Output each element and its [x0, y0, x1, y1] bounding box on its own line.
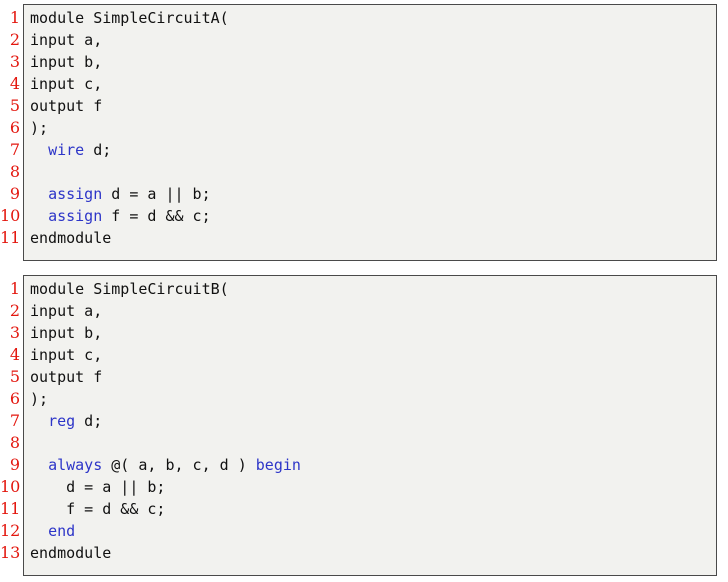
code-text: assign f = d && c; — [30, 205, 211, 227]
code-token: input c, — [30, 75, 103, 93]
line-number: 3 — [9, 323, 20, 342]
code-text: assign d = a || b; — [30, 183, 211, 205]
code-token: input b, — [30, 53, 103, 71]
line-number: 5 — [9, 367, 20, 386]
code-token: ); — [30, 119, 49, 137]
code-text: input a, — [30, 300, 102, 322]
code-text: input b, — [30, 322, 102, 344]
line-number: 6 — [9, 118, 20, 137]
code-token: d; — [75, 412, 103, 430]
line-number: 12 — [0, 521, 21, 540]
line-number: 1 — [9, 8, 20, 27]
code-token: f = d && c; — [30, 500, 166, 518]
code-token: input b, — [30, 324, 103, 342]
line-number: 4 — [9, 345, 20, 364]
code-text: wire d; — [30, 139, 111, 161]
code-text: module SimpleCircuitA( — [30, 7, 229, 29]
code-text: end — [30, 520, 75, 542]
line-number: 2 — [9, 301, 20, 320]
line-number: 9 — [9, 184, 20, 203]
code-text: input c, — [30, 73, 102, 95]
code-text: reg d; — [30, 410, 102, 432]
code-text: d = a || b; — [30, 476, 165, 498]
line-number: 8 — [9, 162, 20, 181]
line-number: 11 — [0, 228, 21, 247]
line-number: 8 — [9, 433, 20, 452]
code-token: module SimpleCircuitA( — [30, 9, 229, 27]
line-number: 7 — [9, 140, 20, 159]
line-number: 7 — [9, 411, 20, 430]
code-token: output f — [30, 368, 103, 386]
code-keyword: assign — [48, 185, 103, 203]
code-text: always @( a, b, c, d ) begin — [30, 454, 301, 476]
code-token: input a, — [30, 31, 103, 49]
code-text: output f — [30, 366, 102, 388]
line-number: 1 — [9, 279, 20, 298]
code-text: output f — [30, 95, 102, 117]
code-keyword: reg — [48, 412, 76, 430]
code-token: input a, — [30, 302, 103, 320]
code-text: input b, — [30, 51, 102, 73]
line-number: 3 — [9, 52, 20, 71]
code-token: endmodule — [30, 544, 112, 562]
code-text: input c, — [30, 344, 102, 366]
line-number: 4 — [9, 74, 20, 93]
code-token: input c, — [30, 346, 103, 364]
line-number: 13 — [0, 543, 21, 562]
code-keyword: always — [48, 456, 103, 474]
line-number: 2 — [9, 30, 20, 49]
line-number: 10 — [0, 477, 21, 496]
code-text: input a, — [30, 29, 102, 51]
line-number: 5 — [9, 96, 20, 115]
code-keyword: begin — [255, 456, 301, 474]
code-box — [23, 275, 717, 576]
code-token: d = a || b; — [102, 185, 211, 203]
code-token: module SimpleCircuitB( — [30, 280, 229, 298]
code-keyword: assign — [48, 207, 103, 225]
code-token: d; — [84, 141, 112, 159]
line-number: 9 — [9, 455, 20, 474]
code-token: @( a, b, c, d ) — [102, 456, 256, 474]
line-number: 6 — [9, 389, 20, 408]
code-keyword: end — [48, 522, 76, 540]
code-text: module SimpleCircuitB( — [30, 278, 229, 300]
code-text: ); — [30, 117, 48, 139]
code-token: endmodule — [30, 229, 112, 247]
code-token: output f — [30, 97, 103, 115]
code-token: ); — [30, 390, 49, 408]
code-token: d = a || b; — [30, 478, 166, 496]
line-number: 11 — [0, 499, 21, 518]
code-text: f = d && c; — [30, 498, 165, 520]
code-text: endmodule — [30, 542, 111, 564]
code-text: endmodule — [30, 227, 111, 249]
line-number: 10 — [0, 206, 21, 225]
code-keyword: wire — [48, 141, 85, 159]
code-token: f = d && c; — [102, 207, 211, 225]
code-text: ); — [30, 388, 48, 410]
